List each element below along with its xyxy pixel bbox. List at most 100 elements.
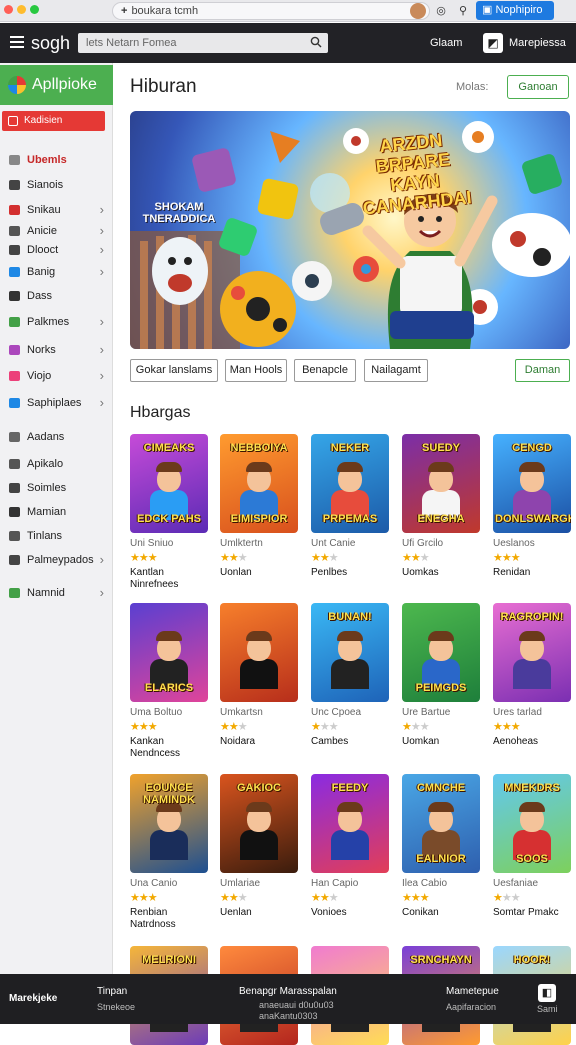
chevron-right-icon: › <box>99 368 104 383</box>
game-developer: Unc Cpoea <box>311 707 362 718</box>
character-face <box>428 802 454 832</box>
sidebar-item[interactable]: Snikau › <box>0 200 113 220</box>
star-icon: ★ <box>410 552 421 564</box>
sidebar-item[interactable]: Sianois <box>0 175 113 195</box>
footer-col3-title[interactable]: Mametepue <box>446 986 499 997</box>
sidebar-item[interactable]: Saphiplaes › <box>0 393 113 413</box>
star-icon: ★ <box>138 892 149 904</box>
game-thumbnail[interactable]: EOUNCE NAMINDK <box>130 774 208 873</box>
sidebar-item[interactable]: Anicie › <box>0 221 113 241</box>
sidebar-item[interactable]: Norks › <box>0 340 113 360</box>
star-icon: ★ <box>410 721 421 733</box>
footer-col3-sub[interactable]: Aapifaracion <box>446 1002 496 1012</box>
character-body <box>331 659 369 689</box>
sidebar-item-label: Palmeypados <box>27 554 94 566</box>
star-rating: ★★★ <box>220 891 248 904</box>
sort-dropdown[interactable]: Ganoan <box>507 75 569 99</box>
sidebar-item-label: Namnid <box>27 587 65 599</box>
marketplace-icon[interactable]: ◩ <box>483 33 503 53</box>
minimize-window-button[interactable] <box>17 5 26 14</box>
sidebar-item[interactable]: Namnid › <box>0 583 113 603</box>
search-input[interactable]: lets Netarn Fomea <box>78 33 328 53</box>
close-window-button[interactable] <box>4 5 13 14</box>
sidebar-highlight-button[interactable]: Kadisien <box>2 111 105 131</box>
footer-app-icon[interactable]: ◧ <box>538 984 556 1002</box>
sidebar-item[interactable]: Palkmes › <box>0 312 113 332</box>
sidebar-item[interactable]: Dlooct › <box>0 240 113 260</box>
sidebar-item[interactable]: Banig › <box>0 262 113 282</box>
sidebar-item[interactable]: Palmeypados › <box>0 550 113 570</box>
game-thumbnail[interactable]: SUEDY ENEGHA <box>402 434 480 533</box>
address-bar[interactable]: + boukara tcmh <box>112 2 430 20</box>
search-icon[interactable] <box>310 36 322 48</box>
game-thumbnail[interactable]: RAGROPIN! <box>493 603 571 702</box>
browser-action-button[interactable]: ▣ Nophipiro <box>476 1 554 20</box>
avatar[interactable] <box>410 3 426 19</box>
character-body <box>240 659 278 689</box>
address-text: boukara tcmh <box>131 5 199 17</box>
pin-icon[interactable]: ⚲ <box>455 3 471 19</box>
sidebar-highlight-label: Kadisien <box>24 115 63 126</box>
star-icon: ★ <box>402 721 412 733</box>
sidebar-item[interactable]: Mamian <box>0 502 113 522</box>
game-thumbnail[interactable]: CENGD DONLSWARGK <box>493 434 571 533</box>
star-icon: ★ <box>237 552 248 564</box>
footer-col2-title[interactable]: Benapgr Marasspalan <box>239 986 337 997</box>
game-logo-top: NEBBOIYA <box>230 442 288 454</box>
sidebar-item-icon <box>9 371 20 381</box>
sidebar-item-label: Apikalo <box>27 458 64 470</box>
sidebar-item[interactable]: Dass <box>0 286 113 306</box>
game-thumbnail[interactable]: CIMEAKS EDCK PAHS <box>130 434 208 533</box>
sidebar-header[interactable]: Apllpioke <box>0 65 113 105</box>
character-face <box>246 631 272 661</box>
game-title: Kankan Nendncess <box>130 736 181 759</box>
star-rating: ★★★ <box>130 551 158 564</box>
sidebar-item[interactable]: Aadans <box>0 427 113 447</box>
top-link-glaam[interactable]: Glaam <box>430 37 462 49</box>
character-face <box>519 802 545 832</box>
game-logo-bottom: SOOS <box>516 853 548 865</box>
star-rating: ★★★ <box>311 891 339 904</box>
star-icon: ★ <box>220 892 230 904</box>
footer-col4-sub[interactable]: Sami <box>537 1004 558 1014</box>
hamburger-menu-icon[interactable] <box>10 36 24 48</box>
shield-icon: ▣ <box>482 4 493 16</box>
game-thumbnail[interactable]: CMNCHE EALNIOR <box>402 774 480 873</box>
target-icon[interactable]: ◎ <box>433 3 449 19</box>
sidebar-item[interactable]: Tinlans <box>0 526 113 546</box>
chip-gokar-lanslams[interactable]: Gokar lanslams <box>130 359 218 382</box>
game-thumbnail[interactable]: FEEDY <box>311 774 389 873</box>
game-thumbnail[interactable]: NEBBOIYA EIMISPIOR <box>220 434 298 533</box>
footer-logo[interactable]: Marekjeke <box>9 993 57 1004</box>
game-logo-bottom: PEIMGDS <box>415 682 467 694</box>
chip-daman[interactable]: Daman <box>515 359 570 382</box>
game-thumbnail[interactable]: ELARICS <box>130 603 208 702</box>
chip-benapcle[interactable]: Benapcle <box>294 359 356 382</box>
maximize-window-button[interactable] <box>30 5 39 14</box>
sidebar-item[interactable]: Apikalo <box>0 454 113 474</box>
game-thumbnail[interactable] <box>220 603 298 702</box>
hero-banner[interactable]: ARZDN BRPARE KAYN CANARHDAI SHOKAM TNERA… <box>130 111 570 349</box>
chip-nailagamt[interactable]: Nailagamt <box>364 359 428 382</box>
chip-man-hools[interactable]: Man Hools <box>225 359 287 382</box>
footer-col2-sub1: anaeuaui d0u0u03 <box>259 1000 334 1010</box>
character-body <box>240 830 278 860</box>
game-thumbnail[interactable]: MNEKDRS SOOS <box>493 774 571 873</box>
game-logo-bottom: ELARICS <box>144 682 194 694</box>
game-title: Vonioes <box>311 907 347 918</box>
game-thumbnail[interactable]: NEKER PRPEMAS <box>311 434 389 533</box>
footer-col1-sub[interactable]: Stnekeoe <box>97 1002 135 1012</box>
star-icon: ★ <box>311 892 321 904</box>
game-thumbnail[interactable]: BUNAN! <box>311 603 389 702</box>
game-title: Penlbes <box>311 567 348 578</box>
game-thumbnail[interactable]: PEIMGDS <box>402 603 480 702</box>
sidebar-item[interactable]: Viojo › <box>0 366 113 386</box>
game-thumbnail[interactable]: GAKIOC <box>220 774 298 873</box>
sidebar-item[interactable]: Ubemls <box>0 150 113 170</box>
top-link-marketplace[interactable]: Marepiessa <box>509 37 566 49</box>
footer-col1-title[interactable]: Tinpan <box>97 986 127 997</box>
sidebar-item[interactable]: Soimles <box>0 478 113 498</box>
game-logo-top: GAKIOC <box>237 782 281 794</box>
game-title: Somtar Pmakc <box>493 907 559 918</box>
star-icon: ★ <box>510 892 521 904</box>
